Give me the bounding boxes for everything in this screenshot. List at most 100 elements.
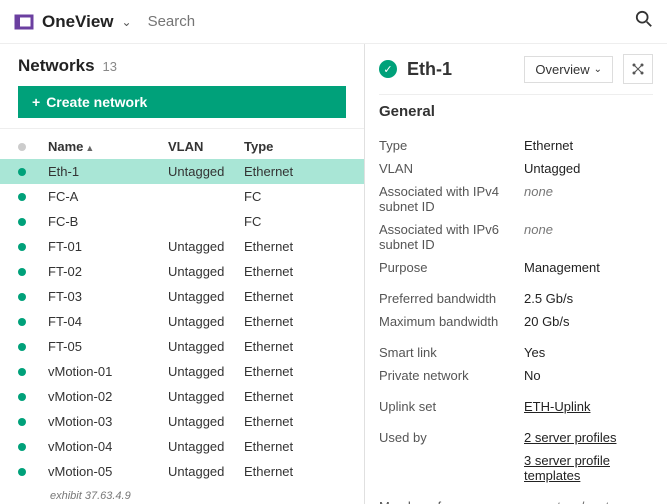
status-dot-icon xyxy=(18,468,26,476)
detail-field: Uplink setETH-Uplink xyxy=(379,395,653,418)
table-row[interactable]: vMotion-04UntaggedEthernet xyxy=(0,434,364,459)
detail-field: Private networkNo xyxy=(379,364,653,387)
detail-field: VLANUntagged xyxy=(379,157,653,180)
col-vlan[interactable]: VLAN xyxy=(168,139,244,154)
row-name: vMotion-01 xyxy=(48,364,168,379)
row-name: FT-05 xyxy=(48,339,168,354)
row-vlan: Untagged xyxy=(168,314,244,329)
field-value[interactable]: 3 server profile templates xyxy=(524,453,653,483)
table-row[interactable]: Eth-1UntaggedEthernet xyxy=(0,159,364,184)
col-type[interactable]: Type xyxy=(244,139,320,154)
table-row[interactable]: vMotion-03UntaggedEthernet xyxy=(0,409,364,434)
field-label: Associated with IPv4 subnet ID xyxy=(379,184,524,214)
general-heading: General xyxy=(379,103,653,124)
row-vlan: Untagged xyxy=(168,464,244,479)
status-dot-icon xyxy=(18,268,26,276)
field-label: Smart link xyxy=(379,345,524,360)
row-type: Ethernet xyxy=(244,364,320,379)
table-row[interactable]: vMotion-05UntaggedEthernet xyxy=(0,459,364,484)
table-row[interactable]: FT-02UntaggedEthernet xyxy=(0,259,364,284)
table-row[interactable]: vMotion-01UntaggedEthernet xyxy=(0,359,364,384)
field-label: Maximum bandwidth xyxy=(379,314,524,329)
status-dot-icon xyxy=(18,293,26,301)
field-value: Management xyxy=(524,260,653,275)
networks-count: 13 xyxy=(103,59,117,74)
detail-field: Preferred bandwidth2.5 Gb/s xyxy=(379,287,653,310)
exhibit-label: exhibit 37.63.4.9 xyxy=(0,484,364,502)
table-row[interactable]: vMotion-02UntaggedEthernet xyxy=(0,384,364,409)
field-value[interactable]: ETH-Uplink xyxy=(524,399,653,414)
networks-table: Name▲ VLAN Type Eth-1UntaggedEthernetFC-… xyxy=(0,128,364,484)
field-label: Uplink set xyxy=(379,399,524,414)
status-dot-icon xyxy=(18,418,26,426)
table-row[interactable]: FT-05UntaggedEthernet xyxy=(0,334,364,359)
field-label: Private network xyxy=(379,368,524,383)
field-value: none xyxy=(524,222,653,252)
field-value: 2.5 Gb/s xyxy=(524,291,653,306)
table-header: Name▲ VLAN Type xyxy=(0,128,364,159)
field-value[interactable]: 2 server profiles xyxy=(524,430,653,445)
row-name: vMotion-03 xyxy=(48,414,168,429)
row-type: Ethernet xyxy=(244,164,320,179)
col-name[interactable]: Name▲ xyxy=(48,139,168,154)
status-dot-icon xyxy=(18,343,26,351)
status-dot-icon xyxy=(18,393,26,401)
row-vlan: Untagged xyxy=(168,339,244,354)
row-name: FT-02 xyxy=(48,264,168,279)
create-network-button[interactable]: + Create network xyxy=(18,86,346,118)
detail-field: PurposeManagement xyxy=(379,256,653,279)
field-value: Untagged xyxy=(524,161,653,176)
row-vlan: Untagged xyxy=(168,164,244,179)
field-label: VLAN xyxy=(379,161,524,176)
actions-button[interactable] xyxy=(623,54,653,84)
row-type: Ethernet xyxy=(244,389,320,404)
field-value: 20 Gb/s xyxy=(524,314,653,329)
table-row[interactable]: FT-03UntaggedEthernet xyxy=(0,284,364,309)
table-row[interactable]: FT-04UntaggedEthernet xyxy=(0,309,364,334)
row-vlan: Untagged xyxy=(168,364,244,379)
row-vlan: Untagged xyxy=(168,264,244,279)
row-vlan: Untagged xyxy=(168,289,244,304)
row-type: FC xyxy=(244,189,320,204)
row-type: Ethernet xyxy=(244,314,320,329)
field-label: Member of xyxy=(379,499,524,504)
top-bar: OneView ⌄ xyxy=(0,0,667,44)
search-icon[interactable] xyxy=(635,10,653,33)
row-name: FC-B xyxy=(48,214,168,229)
field-label: Preferred bandwidth xyxy=(379,291,524,306)
field-value: Ethernet xyxy=(524,138,653,153)
detail-field: Used by2 server profiles xyxy=(379,426,653,449)
table-row[interactable]: FC-AFC xyxy=(0,184,364,209)
row-name: vMotion-02 xyxy=(48,389,168,404)
table-row[interactable]: FT-01UntaggedEthernet xyxy=(0,234,364,259)
row-vlan: Untagged xyxy=(168,439,244,454)
status-dot-icon xyxy=(18,193,26,201)
brand-logo-icon xyxy=(14,12,34,32)
chevron-down-icon: ⌄ xyxy=(594,64,602,75)
row-vlan: Untagged xyxy=(168,239,244,254)
create-network-label: Create network xyxy=(46,94,147,110)
row-vlan: Untagged xyxy=(168,414,244,429)
plus-icon: + xyxy=(32,94,40,110)
row-type: Ethernet xyxy=(244,239,320,254)
row-type: Ethernet xyxy=(244,289,320,304)
row-name: FT-04 xyxy=(48,314,168,329)
search-input[interactable] xyxy=(148,13,635,30)
status-dot-icon xyxy=(18,168,26,176)
status-column-icon xyxy=(18,143,26,151)
networks-title: Networks xyxy=(18,56,95,76)
row-name: vMotion-05 xyxy=(48,464,168,479)
field-label xyxy=(379,453,524,483)
app-menu-chevron-icon[interactable]: ⌄ xyxy=(122,15,132,29)
networks-panel: Networks 13 + Create network Name▲ VLAN … xyxy=(0,44,365,504)
table-row[interactable]: FC-BFC xyxy=(0,209,364,234)
status-dot-icon xyxy=(18,368,26,376)
detail-field: Maximum bandwidth20 Gb/s xyxy=(379,310,653,333)
detail-field: Associated with IPv4 subnet IDnone xyxy=(379,180,653,218)
status-dot-icon xyxy=(18,243,26,251)
row-type: Ethernet xyxy=(244,264,320,279)
overview-dropdown[interactable]: Overview ⌄ xyxy=(524,56,613,83)
detail-panel: ✓ Eth-1 Overview ⌄ General TypeEthernetV… xyxy=(365,44,667,504)
row-type: Ethernet xyxy=(244,414,320,429)
status-dot-icon xyxy=(18,443,26,451)
